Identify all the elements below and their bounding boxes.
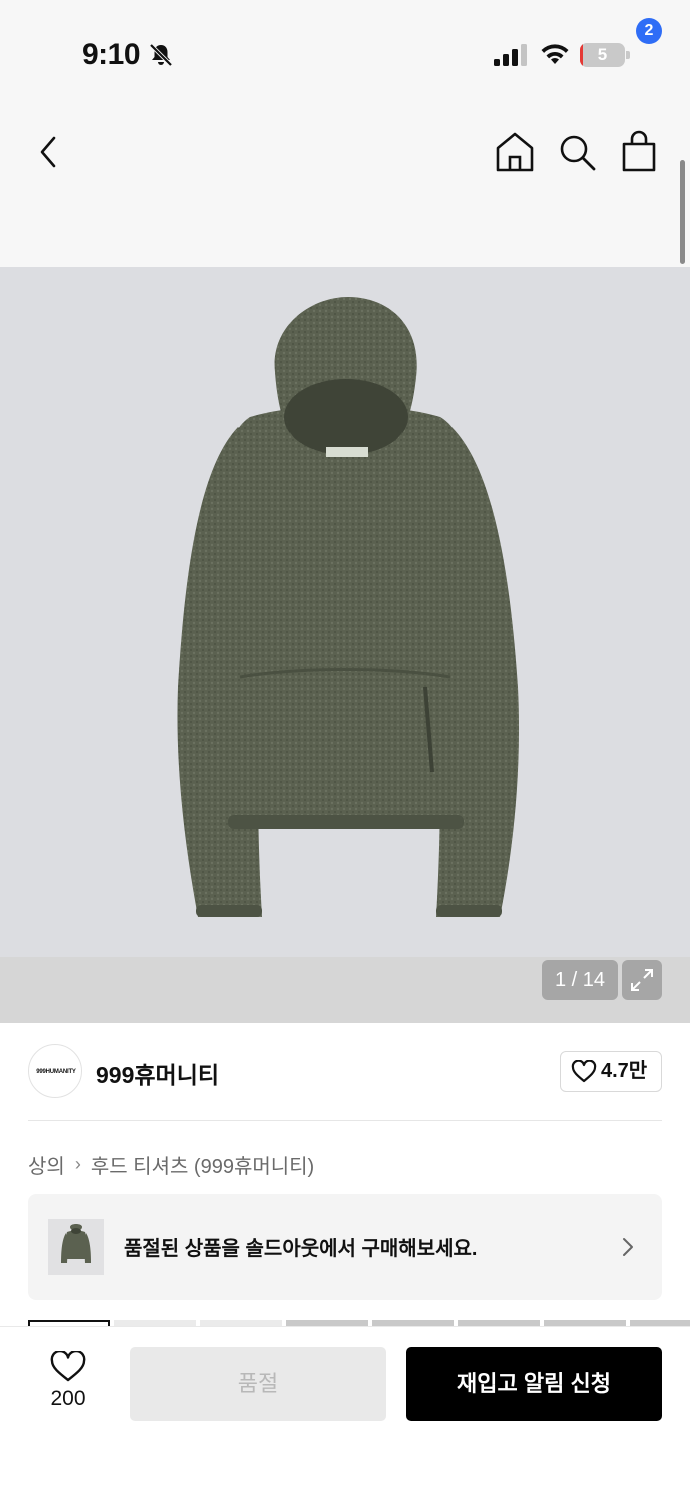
brand-like-button[interactable]: 4.7만 [560,1051,662,1092]
wifi-icon [541,44,569,64]
chevron-right-icon [623,1238,633,1256]
breadcrumb-subcategory[interactable]: 후드 티셔츠 (999휴머니티) [91,1150,314,1179]
status-bar: 9:10 5 [0,0,690,110]
banner-text: 품절된 상품을 솔드아웃에서 구매해보세요. [124,1238,478,1260]
heart-icon [571,1060,597,1083]
search-icon[interactable] [556,130,598,174]
image-counter: 1 / 14 [542,960,618,1000]
restock-alert-button[interactable]: 재입고 알림 신청 [406,1347,662,1421]
wish-count: 200 [50,1387,86,1410]
top-nav [0,110,690,267]
product-image[interactable] [0,267,690,957]
breadcrumb-category[interactable]: 상의 [28,1150,65,1179]
breadcrumb-separator: › [74,1153,81,1174]
banner-product-thumbnail [48,1219,104,1275]
signal-icon [494,44,527,66]
heart-icon[interactable] [50,1351,86,1383]
product-hoodie-illustration [177,297,520,917]
expand-icon[interactable] [622,960,662,1000]
bottom-action-bar: 200 품절 재입고 알림 신청 [0,1326,690,1500]
breadcrumb: 상의 › 후드 티셔츠 (999휴머니티) [28,1150,314,1178]
battery-icon: 5 [580,43,630,67]
status-time: 9:10 [82,38,141,71]
scroll-indicator [680,160,685,264]
bell-off-icon [149,43,173,67]
cart-count-badge: 2 [636,18,662,44]
brand-logo[interactable]: 999HUMANITY [28,1044,82,1098]
battery-level: 5 [597,45,608,64]
soldout-button[interactable]: 품절 [130,1347,386,1421]
divider [28,1120,662,1121]
soldout-banner[interactable]: 품절된 상품을 솔드아웃에서 구매해보세요. [28,1194,662,1300]
home-icon[interactable] [494,130,536,174]
brand-like-count: 4.7만 [601,1060,648,1082]
back-icon[interactable] [30,132,70,172]
brand-name[interactable]: 999휴머니티 [96,1056,219,1090]
brand-logo-text: 999HUMANITY [36,1069,76,1075]
cart-icon[interactable] [618,128,660,174]
